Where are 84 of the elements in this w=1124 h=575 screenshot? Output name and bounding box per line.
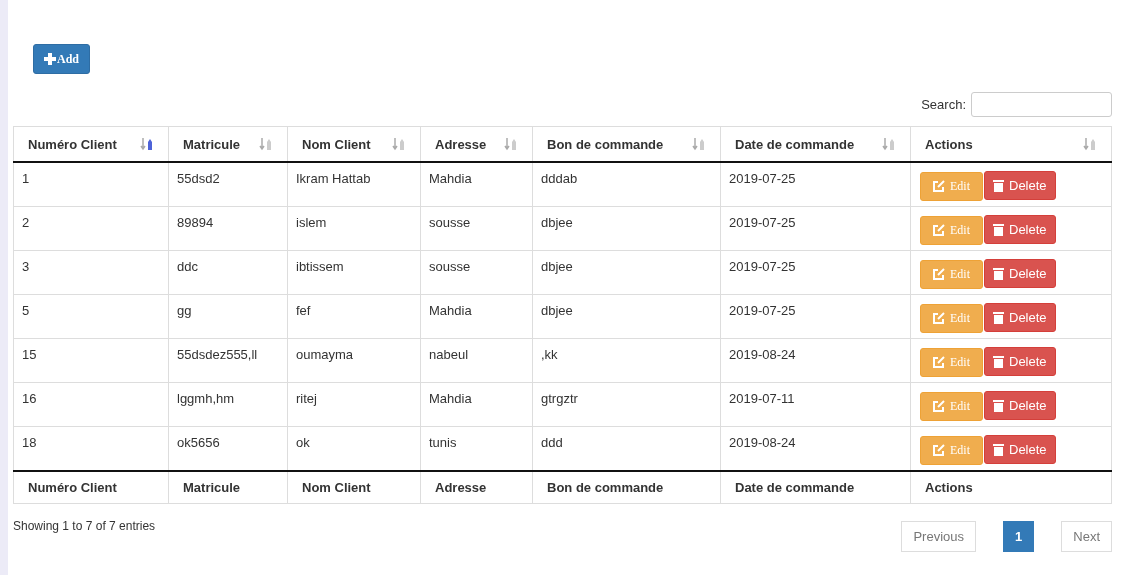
table-cell: ibtissem	[296, 259, 344, 274]
plus-icon	[44, 53, 56, 65]
trash-icon	[993, 443, 1004, 456]
table-cell: 2	[22, 215, 30, 230]
table-cell: gg	[177, 303, 192, 318]
trash-icon	[993, 399, 1004, 412]
edit-icon	[933, 444, 945, 456]
table-cell: 2019-07-11	[729, 391, 795, 406]
table-cell: ddd	[541, 435, 563, 450]
table-cell: Mahdia	[429, 303, 472, 318]
table-cell: 15	[22, 347, 37, 362]
table-cell: 2019-07-25	[729, 215, 796, 230]
sort-icon[interactable]	[692, 137, 706, 151]
table-cell: dbjee	[541, 259, 573, 274]
delete-button[interactable]: Delete	[984, 171, 1056, 200]
table-cell: sousse	[429, 259, 471, 274]
table-cell: 89894	[177, 215, 214, 230]
column-footer: Actions	[925, 480, 973, 495]
delete-button[interactable]: Delete	[984, 303, 1056, 332]
column-header[interactable]: Actions	[925, 136, 973, 152]
column-footer: Matricule	[183, 480, 241, 495]
table-cell: gtrgztr	[541, 391, 578, 406]
table-cell: ok	[296, 435, 310, 450]
table-cell: lggmh,hm	[177, 391, 235, 406]
table-cell: 1	[22, 171, 30, 186]
table-cell: 16	[22, 391, 37, 406]
table-cell: ,kk	[541, 347, 558, 362]
delete-button[interactable]: Delete	[984, 391, 1056, 420]
table-cell: ritej	[296, 391, 317, 406]
table-cell: 2019-08-24	[729, 347, 796, 362]
search-label: Search:	[921, 97, 966, 112]
table-cell: nabeul	[429, 347, 469, 362]
add-button[interactable]: Add	[33, 44, 90, 74]
table-cell: 18	[22, 435, 37, 450]
trash-icon	[993, 355, 1004, 368]
sort-icon[interactable]	[882, 137, 896, 151]
column-footer: Date de commande	[735, 480, 855, 495]
delete-button[interactable]: Delete	[984, 215, 1056, 244]
delete-button[interactable]: Delete	[984, 435, 1056, 464]
search-field[interactable]	[971, 92, 1112, 117]
sort-icon[interactable]	[392, 137, 406, 151]
table-cell: oumayma	[296, 347, 354, 362]
table-cell: 5	[22, 303, 30, 318]
table-cell: 2019-08-24	[729, 435, 796, 450]
table-cell: dbjee	[541, 215, 573, 230]
trash-icon	[993, 311, 1004, 324]
trash-icon	[993, 267, 1004, 280]
delete-button[interactable]: Delete	[984, 347, 1056, 376]
column-footer: Nom Client	[302, 480, 371, 495]
column-footer: Bon de commande	[547, 480, 664, 495]
table-cell: 55dsdez555,ll	[177, 347, 258, 362]
table-cell: sousse	[429, 215, 471, 230]
table-cell: 55dsd2	[177, 171, 220, 186]
edit-icon	[933, 180, 945, 192]
edit-icon	[933, 224, 945, 236]
table-cell: dddab	[541, 171, 578, 186]
entries-info: Showing 1 to 7 of 7 entries	[13, 519, 156, 535]
sort-icon[interactable]	[259, 137, 273, 151]
table-cell: 2019-07-25	[729, 171, 796, 186]
table-cell: Mahdia	[429, 391, 472, 406]
table-cell: Ikram Hattab	[296, 171, 371, 186]
table-cell: ok5656	[177, 435, 220, 450]
table-cell: islem	[296, 215, 327, 230]
column-footer: Adresse	[435, 480, 487, 495]
table-cell: Mahdia	[429, 171, 472, 186]
trash-icon	[993, 179, 1004, 192]
page-button[interactable]: 1	[1003, 521, 1035, 552]
table-cell: fef	[296, 303, 311, 318]
edit-icon	[933, 356, 945, 368]
edit-icon	[933, 312, 945, 324]
trash-icon	[993, 223, 1004, 236]
sort-icon[interactable]	[504, 137, 518, 151]
delete-button[interactable]: Delete	[984, 259, 1056, 288]
table-cell: 2019-07-25	[729, 259, 796, 274]
edit-icon	[933, 268, 945, 280]
sort-icon[interactable]	[1083, 137, 1097, 151]
table-cell: 3	[22, 259, 30, 274]
sort-icon[interactable]	[140, 137, 154, 151]
column-footer: Numéro Client	[28, 480, 117, 495]
table-cell: tunis	[429, 435, 457, 450]
table-cell: dbjee	[541, 303, 573, 318]
edit-icon	[933, 400, 945, 412]
table-cell: ddc	[177, 259, 198, 274]
table-cell: 2019-07-25	[729, 303, 796, 318]
